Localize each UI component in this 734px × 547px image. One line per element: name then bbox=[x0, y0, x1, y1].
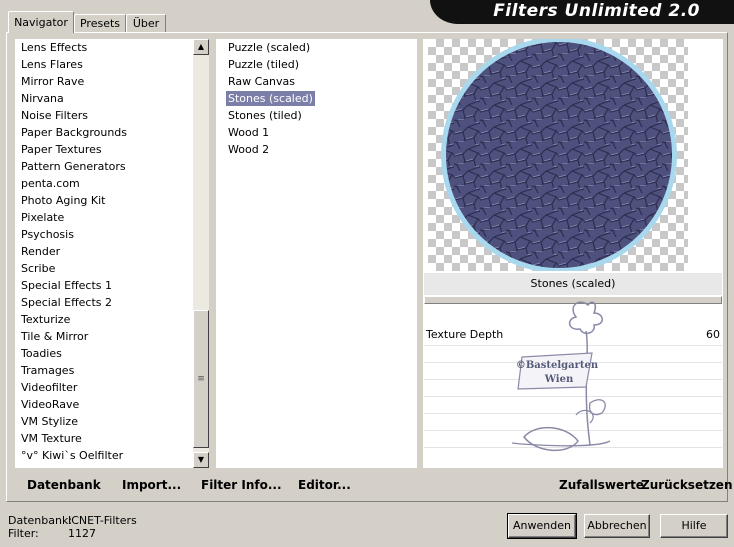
title-banner: Filters Unlimited 2.0 bbox=[430, 0, 734, 24]
filter-item-label: Raw Canvas bbox=[228, 75, 296, 88]
watermark: ©Bastelgarten Wien bbox=[506, 295, 616, 455]
grip-icon: ≡ bbox=[197, 374, 205, 384]
app-title: Filters Unlimited 2.0 bbox=[493, 1, 700, 21]
param-label: Texture Depth bbox=[426, 328, 504, 341]
preview-image bbox=[428, 39, 688, 271]
category-item[interactable]: Tramages bbox=[15, 362, 193, 379]
filter-item[interactable]: Wood 1 bbox=[225, 124, 417, 141]
reset-button[interactable]: Zurücksetzen bbox=[641, 478, 732, 492]
scroll-up-icon[interactable]: ▲ bbox=[193, 39, 209, 55]
category-item[interactable]: Psychosis bbox=[15, 226, 193, 243]
tab-navigator[interactable]: Navigator bbox=[8, 11, 74, 33]
left-action-bar: Datenbank Import... Filter Info... Edito… bbox=[15, 471, 417, 498]
category-item[interactable]: Toadies bbox=[15, 345, 193, 362]
help-button[interactable]: Hilfe bbox=[660, 514, 728, 538]
filter-list: Puzzle (scaled) Puzzle (tiled) Raw Canvas S… bbox=[225, 39, 417, 158]
param-value: 60 bbox=[706, 328, 720, 341]
status-db-label: Datenbank: bbox=[8, 514, 73, 527]
scroll-down-icon[interactable]: ▼ bbox=[193, 452, 209, 468]
category-item[interactable]: Paper Backgrounds bbox=[15, 124, 193, 141]
category-scrollbar[interactable]: ▲ ≡ ▼ bbox=[193, 39, 209, 468]
category-item[interactable]: Pixelate bbox=[15, 209, 193, 226]
status-filter-value: 1127 bbox=[68, 527, 96, 540]
category-item[interactable]: Special Effects 2 bbox=[15, 294, 193, 311]
editor-button[interactable]: Editor... bbox=[298, 478, 351, 492]
category-item[interactable]: VM Texture bbox=[15, 430, 193, 447]
filter-item[interactable]: Stones (tiled) bbox=[225, 107, 417, 124]
tab-label: Presets bbox=[79, 17, 121, 30]
category-item[interactable]: VM Stylize bbox=[15, 413, 193, 430]
filter-item[interactable]: Raw Canvas bbox=[225, 73, 417, 90]
scroll-thumb[interactable]: ≡ bbox=[193, 310, 209, 448]
category-item[interactable]: Paper Textures bbox=[15, 141, 193, 158]
category-item[interactable]: VideoRave bbox=[15, 396, 193, 413]
filter-item-label: Puzzle (tiled) bbox=[228, 58, 300, 71]
stones-preview-graphic bbox=[441, 39, 677, 271]
filter-item-label: Wood 2 bbox=[228, 143, 270, 156]
category-item[interactable]: Mirror Rave bbox=[15, 73, 193, 90]
filter-item-selected[interactable]: Stones (scaled) bbox=[225, 90, 417, 107]
preview-stones bbox=[446, 42, 672, 268]
preview-filter-name: Stones (scaled) bbox=[424, 273, 722, 295]
status-filter-label: Filter: bbox=[8, 527, 39, 540]
cancel-button[interactable]: Abbrechen bbox=[584, 514, 650, 538]
import-button[interactable]: Import... bbox=[122, 478, 181, 492]
right-action-bar: Zufallswerte Zurücksetzen bbox=[423, 471, 732, 498]
filter-item[interactable]: Wood 2 bbox=[225, 141, 417, 158]
category-list-panel: Lens Effects Lens Flares Mirror Rave Nirvan… bbox=[15, 39, 193, 468]
filter-item[interactable]: Puzzle (tiled) bbox=[225, 56, 417, 73]
filter-item-label: Puzzle (scaled) bbox=[228, 41, 311, 54]
category-item[interactable]: Photo Aging Kit bbox=[15, 192, 193, 209]
filter-info-button[interactable]: Filter Info... bbox=[201, 478, 282, 492]
category-item[interactable]: Noise Filters bbox=[15, 107, 193, 124]
category-item[interactable]: penta.com bbox=[15, 175, 193, 192]
category-item[interactable]: Texturize bbox=[15, 311, 193, 328]
category-item[interactable]: Lens Flares bbox=[15, 56, 193, 73]
tab-presets[interactable]: Presets bbox=[74, 14, 126, 32]
filter-item[interactable]: Puzzle (scaled) bbox=[225, 39, 417, 56]
database-button[interactable]: Datenbank bbox=[27, 478, 101, 492]
category-item[interactable]: Special Effects 1 bbox=[15, 277, 193, 294]
status-area: Datenbank:ICNET-Filters Filter: 1127 bbox=[8, 514, 137, 540]
watermark-line2: Wien bbox=[544, 374, 574, 385]
tab-uber[interactable]: Über bbox=[126, 14, 166, 32]
category-list: Lens Effects Lens Flares Mirror Rave Nirvan… bbox=[15, 39, 193, 464]
category-item[interactable]: Nirvana bbox=[15, 90, 193, 107]
category-item[interactable]: Pattern Generators bbox=[15, 158, 193, 175]
status-db-value: ICNET-Filters bbox=[68, 514, 137, 527]
tab-label: Navigator bbox=[14, 16, 68, 29]
category-item[interactable]: Scribe bbox=[15, 260, 193, 277]
filter-list-panel: Puzzle (scaled) Puzzle (tiled) Raw Canvas S… bbox=[216, 39, 417, 468]
category-item[interactable]: °v° Kiwi`s Oelfilter bbox=[15, 447, 193, 464]
watermark-line1: ©Bastelgarten bbox=[515, 360, 599, 371]
filter-item-label: Stones (scaled) bbox=[226, 91, 315, 106]
category-item[interactable]: Lens Effects bbox=[15, 39, 193, 56]
tab-label: Über bbox=[132, 17, 160, 30]
randomize-button[interactable]: Zufallswerte bbox=[559, 478, 644, 492]
category-item[interactable]: Videofilter bbox=[15, 379, 193, 396]
filter-item-label: Stones (tiled) bbox=[228, 109, 302, 122]
filter-item-label: Wood 1 bbox=[228, 126, 270, 139]
category-item[interactable]: Tile & Mirror bbox=[15, 328, 193, 345]
category-item[interactable]: Render bbox=[15, 243, 193, 260]
apply-button[interactable]: Anwenden bbox=[507, 513, 577, 539]
